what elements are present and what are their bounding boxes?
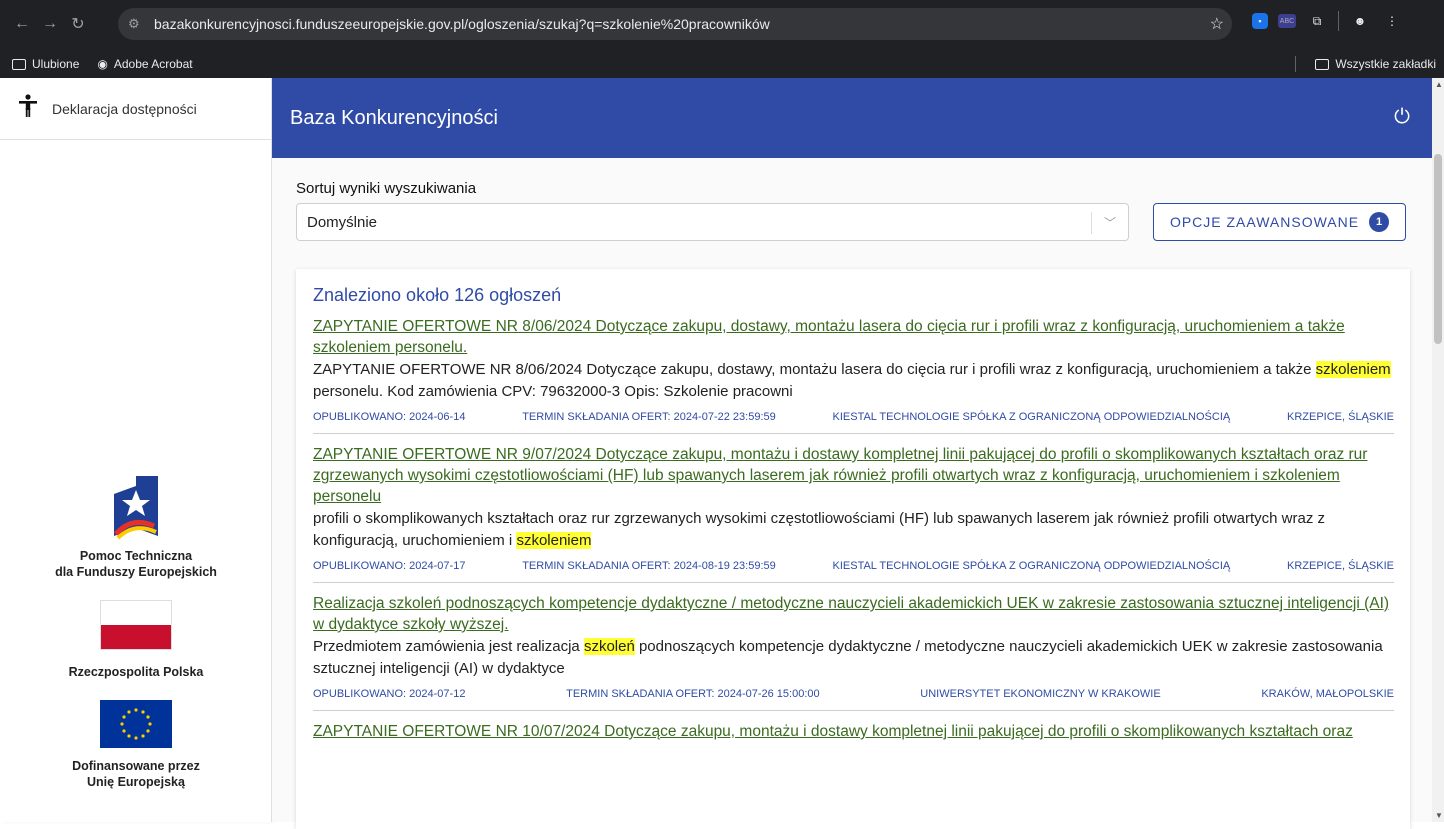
eu-flag-icon — [100, 700, 172, 748]
logo-caption-poland: Rzeczpospolita Polska — [0, 664, 272, 680]
sort-label: Sortuj wyniki wyszukiwania — [296, 180, 477, 197]
result-description: Przedmiotem zamówienia jest realizacja s… — [313, 638, 1383, 677]
scroll-down-arrow-icon[interactable]: ▼ — [1435, 811, 1443, 820]
logo-line: dla Funduszy Europejskich — [55, 565, 217, 579]
partner-logos: Pomoc Techniczna dla Funduszy Europejski… — [0, 476, 272, 810]
sort-select[interactable]: Domyślnie ﹀ — [296, 203, 1129, 241]
organization-name: KIESTAL TECHNOLOGIE SPÓŁKA Z OGRANICZONĄ… — [832, 411, 1231, 423]
address-bar[interactable]: ⚙ bazakonkurencyjnosci.funduszeeuropejsk… — [118, 8, 1232, 40]
browser-chrome: ← → ↻ ⚙ bazakonkurencyjnosci.funduszeeur… — [0, 0, 1444, 78]
result-item: ZAPYTANIE OFERTOWE NR 10/07/2024 Dotyczą… — [313, 721, 1394, 752]
result-description: ZAPYTANIE OFERTOWE NR 8/06/2024 Dotycząc… — [313, 361, 1391, 400]
main-content: Sortuj wyniki wyszukiwania Domyślnie ﹀ O… — [272, 158, 1432, 829]
extension-abc-icon[interactable]: ABC — [1278, 14, 1296, 28]
adobe-acrobat-icon: ◉ — [97, 57, 108, 71]
results-card: Znaleziono około 126 ogłoszeń ZAPYTANIE … — [296, 269, 1410, 829]
european-funds-logo-icon — [114, 476, 158, 540]
accessibility-person-icon — [18, 93, 38, 124]
extensions-area: ▪ ABC ⧉ ☻ ⋮ — [1252, 10, 1403, 32]
accessibility-declaration-link[interactable]: Deklaracja dostępności — [0, 78, 271, 140]
organization-name: KIESTAL TECHNOLOGIE SPÓŁKA Z OGRANICZONĄ… — [832, 560, 1231, 572]
published-date: OPUBLIKOWANO: 2024-06-14 — [313, 411, 466, 423]
result-item: Realizacja szkoleń podnoszących kompeten… — [313, 593, 1394, 711]
logout-power-icon[interactable]: ⏻ — [1394, 106, 1410, 129]
result-meta: OPUBLIKOWANO: 2024-06-14 TERMIN SKŁADANI… — [313, 411, 1394, 423]
advanced-options-label: OPCJE ZAAWANSOWANE — [1169, 214, 1360, 230]
toolbar-divider — [1338, 11, 1339, 31]
site-info-icon[interactable]: ⚙ — [128, 16, 146, 32]
result-title-link[interactable]: ZAPYTANIE OFERTOWE NR 9/07/2024 Dotycząc… — [313, 444, 1394, 507]
puzzle-extensions-icon[interactable]: ⧉ — [1306, 10, 1328, 32]
bookmarks-divider — [1295, 56, 1296, 72]
folder-icon — [1315, 58, 1330, 70]
bookmark-label: Adobe Acrobat — [113, 57, 193, 71]
result-title-link[interactable]: Realizacja szkoleń podnoszących kompeten… — [313, 593, 1394, 635]
result-meta: OPUBLIKOWANO: 2024-07-17 TERMIN SKŁADANI… — [313, 560, 1394, 572]
published-date: OPUBLIKOWANO: 2024-07-12 — [313, 688, 466, 700]
search-highlight: szkoleń — [583, 638, 635, 655]
location: KRZEPICE, ŚLĄSKIE — [1286, 560, 1394, 572]
bookmark-ulubione[interactable]: Ulubione — [12, 57, 79, 71]
results-count: Znaleziono około 126 ogłoszeń — [313, 285, 562, 305]
sidebar: Deklaracja dostępności Pomoc Techniczna … — [0, 78, 272, 822]
logo-caption-technical-aid: Pomoc Techniczna dla Funduszy Europejski… — [0, 548, 272, 580]
result-title-link[interactable]: ZAPYTANIE OFERTOWE NR 10/07/2024 Dotyczą… — [313, 721, 1394, 742]
advanced-options-count-badge: 1 — [1369, 212, 1390, 232]
result-description: profili o skomplikowanych kształtach ora… — [313, 510, 1325, 549]
scroll-up-arrow-icon[interactable]: ▲ — [1435, 80, 1443, 89]
result-title-link[interactable]: ZAPYTANIE OFERTOWE NR 8/06/2024 Dotycząc… — [313, 316, 1394, 358]
location: KRZEPICE, ŚLĄSKIE — [1286, 411, 1394, 423]
offer-deadline: TERMIN SKŁADANIA OFERT: 2024-08-19 23:59… — [522, 560, 776, 572]
logo-line: Unię Europejską — [87, 775, 185, 789]
logo-line: Pomoc Techniczna — [79, 549, 193, 563]
profile-avatar-icon[interactable]: ☻ — [1349, 10, 1371, 32]
bookmark-adobe-acrobat[interactable]: ◉ Adobe Acrobat — [97, 57, 192, 71]
advanced-options-button[interactable]: OPCJE ZAAWANSOWANE 1 — [1153, 203, 1406, 241]
bookmark-star-icon[interactable]: ☆ — [1210, 14, 1224, 34]
bookmark-label: Ulubione — [32, 57, 80, 71]
result-item: ZAPYTANIE OFERTOWE NR 8/06/2024 Dotycząc… — [313, 316, 1394, 434]
reload-icon[interactable]: ↻ — [64, 10, 92, 38]
sort-selected-value: Domyślnie — [307, 213, 378, 231]
logo-caption-eu: Dofinansowane przez Unię Europejską — [0, 758, 272, 790]
accessibility-label: Deklaracja dostępności — [52, 100, 197, 117]
offer-deadline: TERMIN SKŁADANIA OFERT: 2024-07-26 15:00… — [566, 688, 820, 700]
search-highlight: szkoleniem — [516, 532, 592, 549]
result-item: ZAPYTANIE OFERTOWE NR 9/07/2024 Dotycząc… — [313, 444, 1394, 583]
result-meta: OPUBLIKOWANO: 2024-07-12 TERMIN SKŁADANI… — [313, 688, 1394, 700]
bookmarks-bar: Ulubione ◉ Adobe Acrobat Wszystkie zakła… — [0, 50, 1444, 78]
all-bookmarks-label: Wszystkie zakładki — [1335, 57, 1436, 71]
offer-deadline: TERMIN SKŁADANIA OFERT: 2024-07-22 23:59… — [522, 411, 776, 423]
search-highlight: szkoleniem — [1315, 361, 1391, 378]
select-divider — [1091, 212, 1092, 234]
app-title: Baza Konkurencyjności — [290, 106, 498, 129]
chevron-down-icon[interactable]: ﹀ — [1104, 214, 1116, 231]
page-scrollbar[interactable]: ▲ ▼ — [1432, 78, 1444, 822]
folder-icon — [12, 58, 26, 70]
menu-kebab-icon[interactable]: ⋮ — [1381, 10, 1403, 32]
location: KRAKÓW, MAŁOPOLSKIE — [1261, 688, 1394, 700]
published-date: OPUBLIKOWANO: 2024-07-17 — [313, 560, 466, 572]
logo-line: Rzeczpospolita Polska — [68, 665, 204, 679]
polish-flag-icon — [100, 600, 172, 650]
forward-icon[interactable]: → — [36, 10, 64, 38]
logo-line: Dofinansowane przez — [72, 759, 200, 773]
app-header: Baza Konkurencyjności ⏻ — [272, 78, 1432, 158]
url-text: bazakonkurencyjnosci.funduszeeuropejskie… — [154, 16, 770, 32]
extension-icon[interactable]: ▪ — [1252, 13, 1268, 29]
scrollbar-thumb[interactable] — [1434, 154, 1442, 344]
all-bookmarks[interactable]: Wszystkie zakładki — [1315, 57, 1436, 71]
organization-name: UNIWERSYTET EKONOMICZNY W KRAKOWIE — [920, 688, 1161, 700]
back-icon[interactable]: ← — [8, 10, 36, 38]
